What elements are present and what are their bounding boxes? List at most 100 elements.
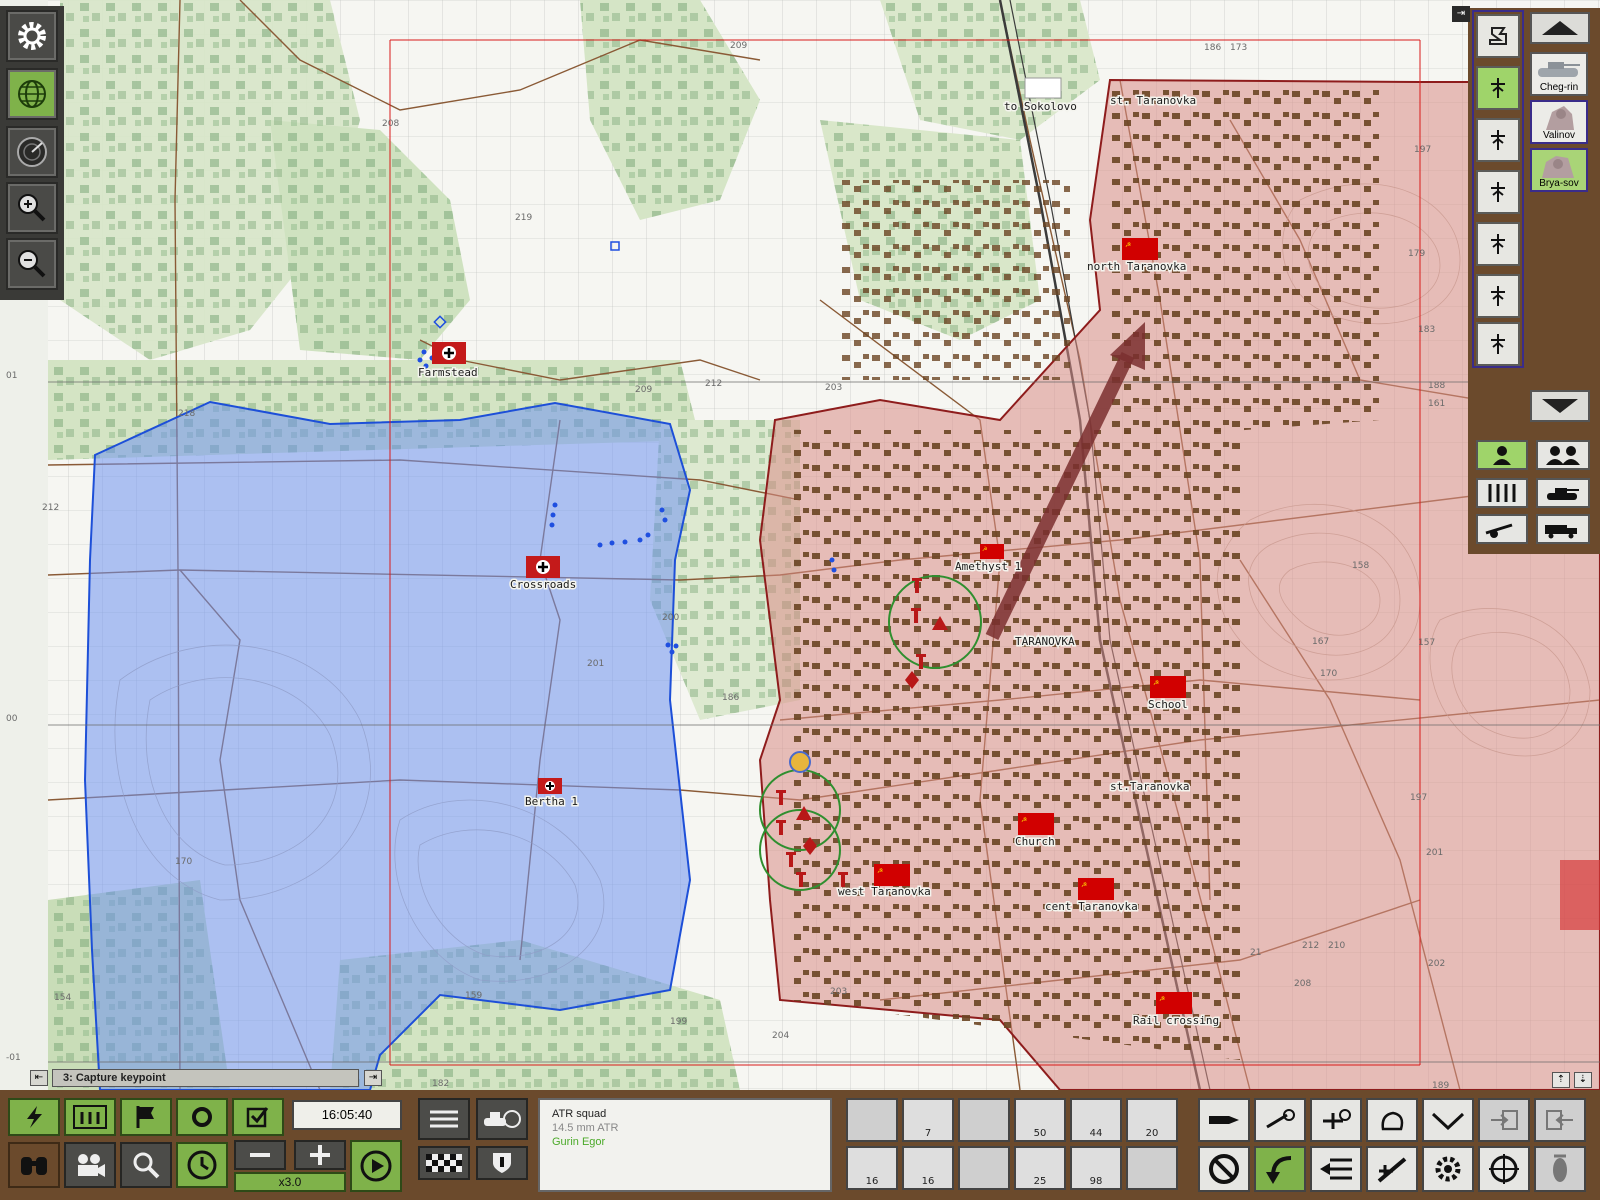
globe-view-button[interactable] xyxy=(6,68,58,120)
unit-type: ATR squad xyxy=(552,1108,607,1120)
objective-prev-button[interactable]: ⇤ xyxy=(30,1070,48,1086)
sector-button[interactable] xyxy=(1422,1098,1474,1142)
move-button[interactable] xyxy=(1254,1146,1306,1192)
zoom-in-button[interactable] xyxy=(6,182,58,234)
zoom-out-button[interactable] xyxy=(6,238,58,290)
category-empty[interactable] xyxy=(958,1146,1010,1190)
soviet-flag-school[interactable]: ☭ xyxy=(1150,676,1186,698)
category-infantry[interactable]: 7 xyxy=(902,1098,954,1142)
unit-slot-selected[interactable] xyxy=(1476,66,1520,110)
soviet-flag-west-taranovka[interactable]: ☭ xyxy=(874,864,910,886)
checkered-flag-button[interactable] xyxy=(418,1146,470,1180)
waypoint-button[interactable] xyxy=(176,1098,228,1136)
category-mortar[interactable] xyxy=(846,1098,898,1142)
svg-text:209: 209 xyxy=(635,385,652,395)
filter-group-button[interactable] xyxy=(1536,440,1590,470)
unit-slot[interactable] xyxy=(1476,274,1520,318)
svg-text:219: 219 xyxy=(515,213,532,223)
keypoint-label-north-taranovka: north Taranovka xyxy=(1087,260,1186,273)
tactical-map[interactable]: 01 00 -01 to Sokolovo st. Taranovka st.T… xyxy=(0,0,1600,1200)
filter-tanks-button[interactable] xyxy=(1536,478,1590,508)
vehicle-card-selected[interactable]: Brya-sov xyxy=(1530,148,1588,192)
category-helmets[interactable]: 25 xyxy=(1014,1146,1066,1190)
cancel-order-button[interactable] xyxy=(1198,1146,1250,1192)
filter-trucks-button[interactable] xyxy=(1536,514,1590,544)
radio-button[interactable] xyxy=(418,1098,470,1140)
smoke-icon xyxy=(1381,1111,1404,1131)
play-button[interactable] xyxy=(350,1140,402,1192)
soviet-flag-north-taranovka[interactable]: ☭ xyxy=(1122,238,1158,260)
soviet-flag-church[interactable]: ☭ xyxy=(1018,813,1054,835)
category-tanks[interactable]: 16 xyxy=(902,1146,954,1190)
unit-slot[interactable] xyxy=(1476,170,1520,214)
attack-target-button[interactable] xyxy=(1478,1146,1530,1192)
selected-unit-marker[interactable] xyxy=(789,751,811,773)
gear-icon xyxy=(18,22,46,50)
vehicle-card[interactable]: Cheg-rin xyxy=(1530,52,1588,96)
german-flag-bertha[interactable] xyxy=(538,778,562,794)
svg-text:☭: ☭ xyxy=(1021,816,1027,824)
fast-move-button[interactable] xyxy=(1310,1146,1362,1192)
scroll-down-button[interactable] xyxy=(1530,390,1590,422)
inspect-button[interactable] xyxy=(120,1142,172,1188)
filter-guns-button[interactable] xyxy=(1476,514,1528,544)
checklist-button[interactable] xyxy=(232,1098,284,1136)
category-fuel[interactable] xyxy=(1126,1146,1178,1190)
radio-waves-icon xyxy=(430,1110,458,1128)
shell-icon xyxy=(1209,1116,1239,1124)
category-soldiers[interactable]: 44 xyxy=(1070,1098,1122,1142)
vehicle-card[interactable]: Valinov xyxy=(1530,100,1588,144)
units-button[interactable] xyxy=(64,1098,116,1136)
radar-view-button[interactable] xyxy=(6,126,58,178)
tank-target-button[interactable] xyxy=(476,1098,528,1140)
svg-text:☭: ☭ xyxy=(1159,995,1165,1003)
zoom-in-icon xyxy=(18,194,46,222)
binoculars-button[interactable] xyxy=(8,1142,60,1188)
unit-slot[interactable] xyxy=(1476,322,1520,366)
speed-down-button[interactable] xyxy=(234,1140,286,1170)
objectives-button[interactable] xyxy=(120,1098,172,1136)
soviet-flag-cent-taranovka[interactable]: ☭ xyxy=(1078,878,1114,900)
category-at-guns[interactable]: 16 xyxy=(846,1146,898,1190)
enter-button[interactable] xyxy=(1478,1098,1530,1142)
objective-label[interactable]: 3: Capture keypoint xyxy=(52,1069,359,1087)
ammo-drop-button[interactable] xyxy=(1534,1146,1586,1192)
scroll-up-button[interactable] xyxy=(1530,12,1590,44)
panel-toggle-down-button[interactable]: ⇣ xyxy=(1574,1072,1592,1088)
soviet-flag-rail-crossing[interactable]: ☭ xyxy=(1156,992,1192,1014)
orders-button[interactable] xyxy=(8,1098,60,1136)
smoke-button[interactable] xyxy=(1366,1098,1418,1142)
filter-infantry-button[interactable] xyxy=(1476,478,1528,508)
category-scouts[interactable] xyxy=(958,1098,1010,1142)
panel-collapse-button[interactable]: ⇥ xyxy=(1452,6,1470,22)
settings-order-button[interactable] xyxy=(1422,1146,1474,1192)
unit-slot[interactable] xyxy=(1476,222,1520,266)
objective-next-button[interactable]: ⇥ xyxy=(364,1070,382,1086)
svg-text:173: 173 xyxy=(1230,43,1247,53)
filter-single-button[interactable] xyxy=(1476,440,1528,470)
assault-button[interactable] xyxy=(1366,1146,1418,1192)
soldier-icon xyxy=(1491,78,1505,98)
gun-target-icon xyxy=(1266,1109,1295,1129)
category-ammo[interactable]: 98 xyxy=(1070,1146,1122,1190)
category-eagle[interactable]: 20 xyxy=(1126,1098,1178,1142)
target-gun-button[interactable] xyxy=(1254,1098,1306,1142)
german-flag-farmstead[interactable] xyxy=(432,342,466,364)
soviet-flag-amethyst[interactable]: ☭ xyxy=(980,544,1004,559)
fire-shell-button[interactable] xyxy=(1198,1098,1250,1142)
panel-toggle-up-button[interactable]: ⇡ xyxy=(1552,1072,1570,1088)
exit-button[interactable] xyxy=(1534,1098,1586,1142)
category-medals[interactable]: 50 xyxy=(1014,1098,1066,1142)
unit-slot[interactable] xyxy=(1476,14,1520,58)
svg-text:170: 170 xyxy=(1320,669,1337,679)
air-target-button[interactable] xyxy=(1310,1098,1362,1142)
time-button[interactable] xyxy=(176,1142,228,1188)
triangle-down-icon xyxy=(1542,399,1578,413)
camera-button[interactable] xyxy=(64,1142,116,1188)
svg-text:161: 161 xyxy=(1428,399,1445,409)
german-flag-crossroads[interactable] xyxy=(526,556,560,578)
shield-button[interactable] xyxy=(476,1146,528,1180)
unit-slot[interactable] xyxy=(1476,118,1520,162)
speed-up-button[interactable] xyxy=(294,1140,346,1170)
settings-button[interactable] xyxy=(6,10,58,62)
